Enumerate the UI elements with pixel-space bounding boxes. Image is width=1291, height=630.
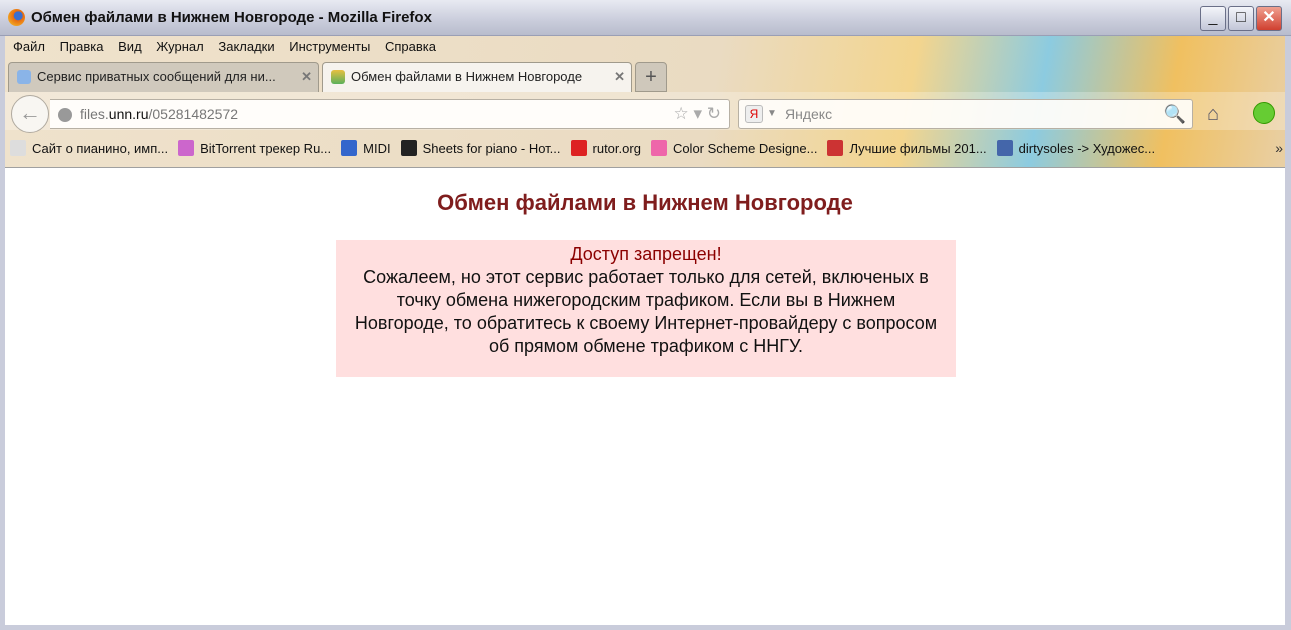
home-icon[interactable]: ⌂ [1207, 103, 1219, 126]
bookmark-item[interactable]: MIDI [341, 140, 391, 156]
message-line: Сожалеем, но этот сервис работает только… [363, 267, 929, 287]
bookmarks-more-button[interactable]: » [1275, 140, 1283, 156]
bookmark-favicon-icon [10, 140, 26, 156]
bookmarks-toolbar: Сайт о пианино, имп... BitTorrent трекер … [10, 140, 1165, 156]
bookmark-favicon-icon [827, 140, 844, 156]
search-icon[interactable]: 🔍 [1164, 100, 1186, 128]
bookmark-label: Sheets for piano - Нот... [422, 141, 561, 156]
bookmark-favicon-icon [650, 140, 667, 156]
menu-edit[interactable]: Правка [60, 39, 104, 54]
url-path: /05281482572 [148, 106, 239, 122]
globe-icon [58, 108, 72, 122]
bookmark-label: Color Scheme Designe... [672, 141, 818, 156]
url-prefix: files. [80, 106, 109, 122]
menu-bar: Файл Правка Вид Журнал Закладки Инструме… [13, 39, 447, 54]
bookmark-item[interactable]: rutor.org [570, 140, 641, 156]
menu-help[interactable]: Справка [385, 39, 436, 54]
bookmark-item[interactable]: Лучшие фильмы 201... [827, 140, 987, 156]
menu-history[interactable]: Журнал [156, 39, 203, 54]
tab-close-icon[interactable]: ✕ [301, 63, 312, 91]
bookmark-item[interactable]: Color Scheme Designe... [650, 140, 818, 156]
tab-file-exchange[interactable]: Обмен файлами в Нижнем Новгороде ✕ [322, 62, 632, 92]
url-bar[interactable]: files.unn.ru/05281482572 ☆ ▾ ↻ [50, 99, 730, 129]
firefox-icon [8, 9, 25, 26]
window-frame-right [1285, 36, 1291, 630]
tab-private-messages[interactable]: Сервис приватных сообщений для ни... ✕ [8, 62, 319, 92]
tab-label: Обмен файлами в Нижнем Новгороде [351, 69, 583, 84]
bookmark-item[interactable]: Сайт о пианино, имп... [10, 140, 168, 156]
bookmark-item[interactable]: Sheets for piano - Нот... [400, 140, 561, 156]
bookmark-label: Сайт о пианино, имп... [32, 141, 169, 156]
search-input[interactable]: Я ▼ Яндекс 🔍 [738, 99, 1193, 129]
bookmark-favicon-icon [178, 140, 195, 156]
page-content: Обмен файлами в Нижнем Новгороде Доступ … [5, 169, 1285, 625]
menu-view[interactable]: Вид [118, 39, 142, 54]
tab-label: Сервис приватных сообщений для ни... [37, 69, 276, 84]
menu-file[interactable]: Файл [13, 39, 45, 54]
new-tab-button[interactable]: + [635, 62, 667, 92]
page-title: Обмен файлами в Нижнем Новгороде [437, 190, 853, 215]
bookmark-star-reload-icons[interactable]: ☆ ▾ ↻ [674, 100, 721, 128]
maximize-button[interactable]: □ [1228, 6, 1254, 31]
access-denied-box: Доступ запрещен! Сожалеем, но этот серви… [336, 240, 956, 377]
yandex-icon[interactable]: Я [745, 105, 763, 123]
minimize-button[interactable]: _ [1200, 6, 1226, 31]
url-host: unn.ru [108, 106, 149, 122]
bookmark-label: dirtysoles -> Художес... [1018, 141, 1156, 156]
window-frame-bottom [0, 625, 1291, 630]
bookmark-item[interactable]: BitTorrent трекер Ru... [178, 140, 331, 156]
message-line: Новгороде, то обратитесь к своему Интерн… [354, 313, 938, 333]
menu-bookmarks[interactable]: Закладки [218, 39, 274, 54]
bookmark-favicon-icon [570, 140, 587, 156]
bookmark-label: BitTorrent трекер Ru... [200, 141, 332, 156]
close-button[interactable]: ✕ [1256, 6, 1282, 31]
message-line: точку обмена нижегородским трафиком. Есл… [396, 290, 896, 310]
bookmark-label: MIDI [363, 141, 391, 156]
bookmark-label: rutor.org [592, 141, 641, 156]
message-line: об прямом обмене трафиком с ННГУ. [488, 336, 804, 356]
nav-bar: files.unn.ru/05281482572 ☆ ▾ ↻ ← Я ▼ Янд… [0, 92, 1291, 133]
window-title: Обмен файлами в Нижнем Новгороде - Mozil… [31, 9, 432, 26]
window-titlebar: Обмен файлами в Нижнем Новгороде - Mozil… [0, 0, 1291, 36]
browser-toolbar: Файл Правка Вид Журнал Закладки Инструме… [0, 36, 1291, 168]
bookmark-label: Лучшие фильмы 201... [849, 141, 987, 156]
tab-favicon-icon [331, 70, 345, 84]
tab-close-icon[interactable]: ✕ [614, 63, 625, 91]
bookmark-favicon-icon [400, 140, 417, 156]
back-button[interactable]: ← [11, 95, 49, 133]
addon-bug-icon[interactable] [1253, 102, 1275, 124]
bookmark-item[interactable]: dirtysoles -> Художес... [996, 140, 1156, 156]
bookmark-favicon-icon [996, 140, 1013, 156]
error-title: Доступ запрещен! [570, 244, 722, 264]
chevron-down-icon[interactable]: ▼ [767, 100, 777, 128]
search-placeholder: Яндекс [785, 106, 833, 122]
menu-tools[interactable]: Инструменты [289, 39, 370, 54]
tab-favicon-icon [17, 70, 31, 84]
bookmark-favicon-icon [341, 140, 358, 156]
